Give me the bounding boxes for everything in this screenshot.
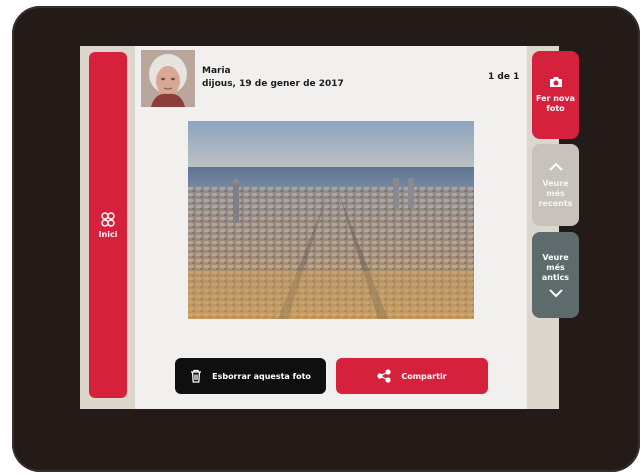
home-grid-icon (101, 211, 115, 227)
view-older-line1: Veure (542, 252, 569, 262)
view-newer-line1: Veure (542, 178, 569, 188)
delete-photo-button[interactable]: Esborrar aquesta foto (175, 358, 326, 394)
photo-date: dijous, 19 de gener de 2017 (202, 79, 344, 89)
view-newer-line2: més (546, 188, 565, 198)
home-label: Inici (98, 229, 118, 239)
share-label: Compartir (401, 371, 447, 381)
user-name: Maria (202, 66, 231, 76)
camera-icon (549, 77, 562, 87)
take-photo-line2: foto (546, 104, 565, 113)
chevron-down-icon (548, 288, 563, 297)
take-photo-line1: Fer nova (535, 94, 576, 103)
photo-image (188, 121, 474, 319)
view-older-button[interactable]: Veure més antics (532, 232, 579, 318)
take-photo-button[interactable]: Fer nova foto (532, 51, 579, 139)
home-button[interactable]: Inici (89, 52, 127, 398)
view-older-line3: antics (541, 272, 570, 282)
photo-counter: 1 de 1 (488, 72, 520, 82)
view-newer-line3: recents (538, 198, 573, 208)
delete-photo-label: Esborrar aquesta foto (212, 371, 311, 381)
view-older-line2: més (546, 262, 565, 272)
avatar (141, 50, 195, 107)
trash-icon (191, 369, 202, 383)
share-button[interactable]: Compartir (336, 358, 488, 394)
chevron-up-icon (548, 162, 563, 171)
share-icon (377, 369, 391, 383)
view-newer-button[interactable]: Veure més recents (532, 144, 579, 226)
